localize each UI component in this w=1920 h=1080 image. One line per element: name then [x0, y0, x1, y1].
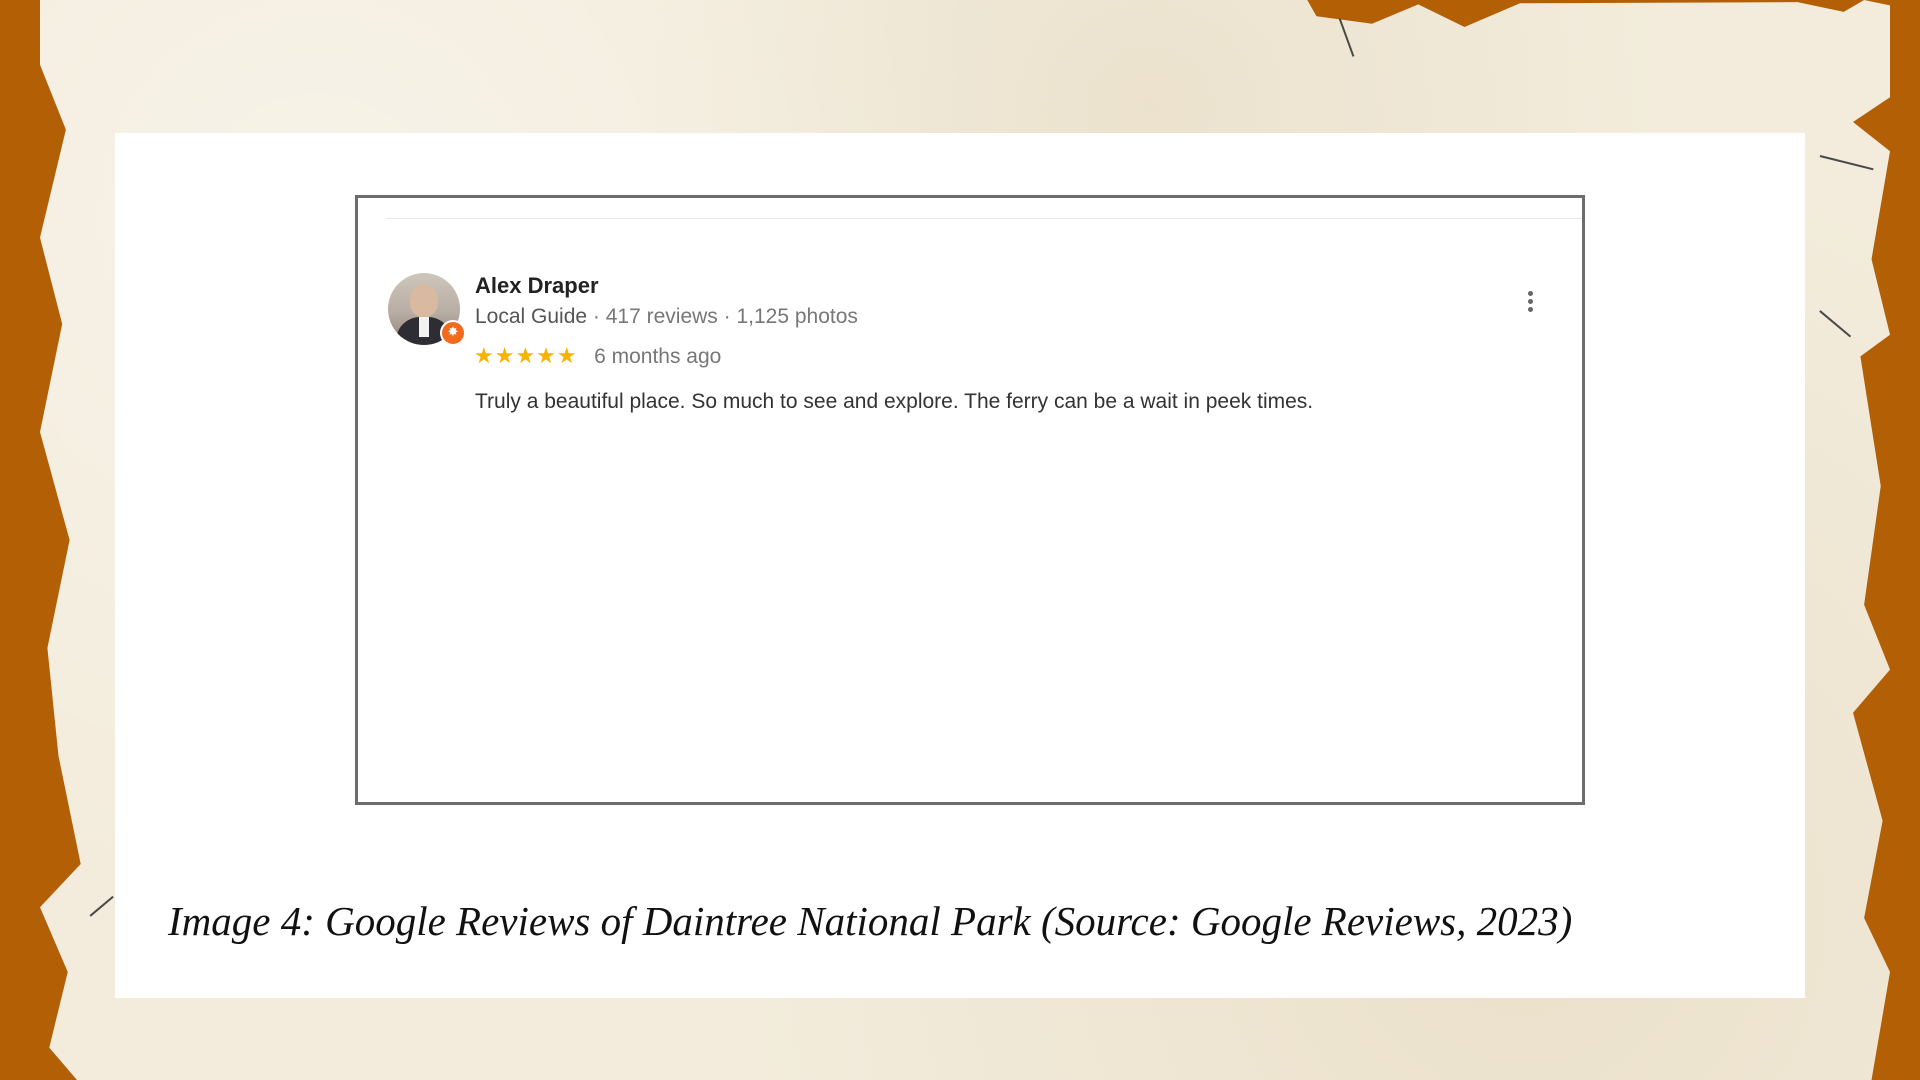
avatar-head [410, 285, 438, 317]
figure-caption: Image 4: Google Reviews of Daintree Nati… [168, 898, 1573, 944]
reviewer-stats: · 417 reviews · 1,125 photos [592, 305, 858, 328]
local-guide-label: Local Guide [475, 305, 588, 328]
reviewer-name[interactable]: Alex Draper [475, 273, 599, 299]
reviewer-meta: Local Guide · 417 reviews · 1,125 photos [475, 305, 858, 329]
review-screenshot-frame: ✸ Alex Draper Local Guide · 417 reviews … [355, 195, 1585, 805]
avatar-shirt [419, 317, 429, 337]
review-text: Truly a beautiful place. So much to see … [475, 390, 1314, 413]
frame-divider [386, 218, 1582, 219]
star-rating-icon: ★★★★★ [474, 344, 578, 369]
local-guide-badge-icon: ✸ [440, 320, 466, 346]
slide: ✸ Alex Draper Local Guide · 417 reviews … [0, 0, 1920, 1080]
rating-row: ★★★★★ 6 months ago [474, 344, 721, 369]
review-time-ago: 6 months ago [594, 345, 722, 368]
more-vert-icon[interactable] [1518, 288, 1542, 322]
